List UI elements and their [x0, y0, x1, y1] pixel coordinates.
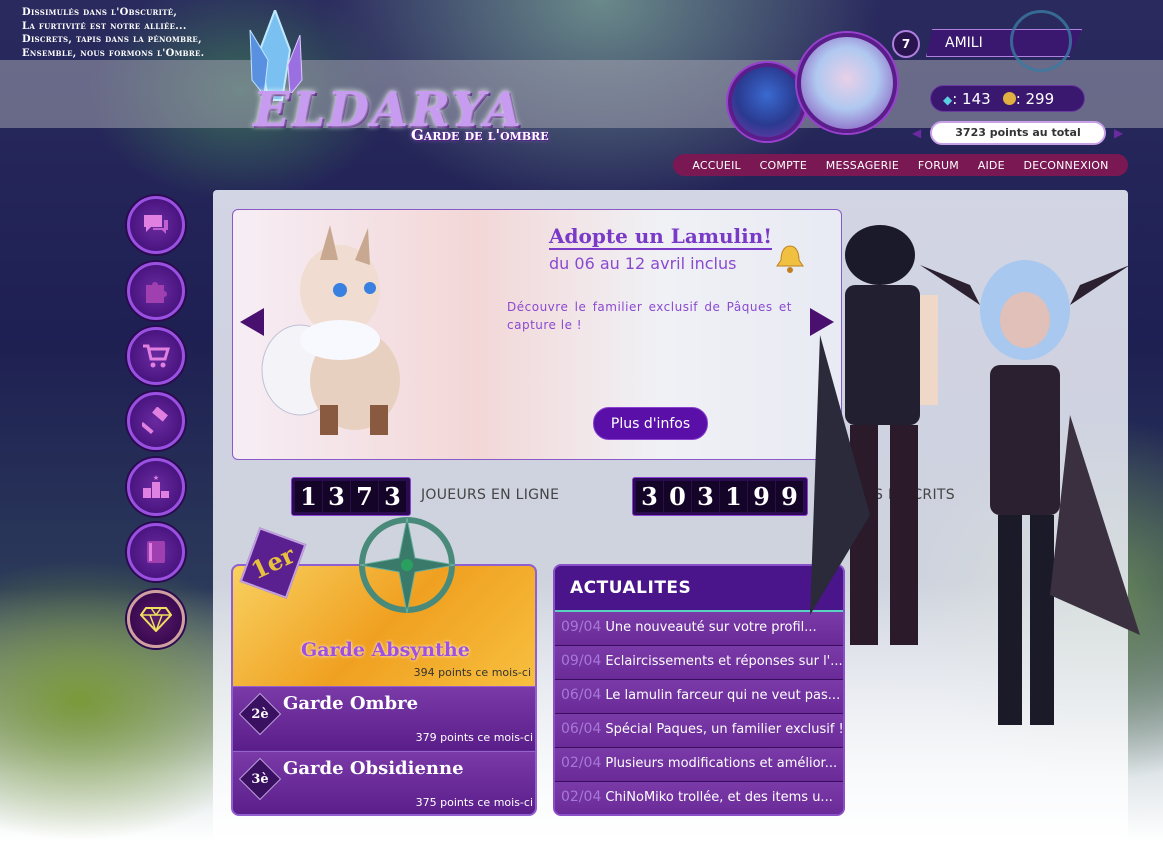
more-info-button[interactable]: Plus d'infos: [593, 407, 708, 440]
guard-name: Garde Ombre: [283, 693, 419, 714]
nav-compte[interactable]: COMPTE: [760, 159, 807, 172]
tagline-line: La furtivité est notre alliée...: [22, 20, 187, 32]
guard-name: Garde Absynthe: [301, 639, 470, 661]
svg-text:★: ★: [153, 474, 159, 482]
gold-coin-icon: [1002, 92, 1016, 105]
news-text: Plusieurs modifications et amélior...: [605, 756, 838, 771]
gold-value: : 299: [1015, 90, 1055, 108]
nav-accueil[interactable]: ACCUEIL: [692, 159, 740, 172]
counter-digit: 1: [295, 481, 323, 512]
player-avatar[interactable]: [797, 33, 897, 133]
rank-badge: 2è: [238, 692, 282, 736]
counter-digit: 3: [692, 481, 720, 512]
news-text: Spécial Paques, un familier exclusif !: [605, 722, 843, 737]
nav-messagerie[interactable]: MESSAGERIE: [826, 159, 899, 172]
guard-row[interactable]: 2è Garde Ombre 379 points ce mois-ci: [233, 686, 535, 750]
points-prev-arrow-icon[interactable]: ◀: [912, 126, 921, 140]
news-text: Eclaircissements et réponses sur l'...: [605, 654, 843, 669]
news-date: 02/04: [561, 789, 602, 805]
lamulin-pet-image: [261, 225, 400, 435]
news-item[interactable]: 02/04 Plusieurs modifications et amélior.…: [555, 748, 843, 782]
banner-title: Adopte un Lamulin!: [549, 224, 773, 250]
main-nav: ACCUEIL COMPTE MESSAGERIE FORUM AIDE DEC…: [673, 154, 1128, 176]
news-title: ACTUALITES: [555, 566, 843, 612]
tagline-line: Ensemble, nous formons l'Ombre.: [22, 47, 205, 59]
banner-prev-arrow-icon[interactable]: [240, 308, 264, 336]
guard-name: Garde Obsidienne: [283, 758, 464, 779]
absynthe-emblem-icon: [359, 517, 456, 614]
guard-row[interactable]: 3è Garde Obsidienne 375 points ce mois-c…: [233, 751, 535, 814]
counter-digit: 0: [664, 481, 692, 512]
level-badge: 7: [892, 30, 920, 58]
maana-value: : 143: [952, 90, 991, 108]
counter-digit: 9: [776, 481, 804, 512]
rank-label: 3è: [251, 772, 269, 787]
news-item[interactable]: 09/04 Une nouveauté sur votre profil...: [555, 612, 843, 646]
nav-deconnexion[interactable]: DECONNEXION: [1024, 159, 1109, 172]
book-icon[interactable]: [127, 523, 185, 581]
characters-illustration: [810, 225, 1140, 725]
counter-digit: 1: [720, 481, 748, 512]
banner-description: Découvre le familier exclusif de Pâques …: [507, 300, 792, 332]
chat-icon[interactable]: [127, 196, 185, 254]
cart-icon[interactable]: [127, 327, 185, 385]
news-item[interactable]: 06/04 Spécial Paques, un familier exclusi…: [555, 714, 843, 748]
news-text: Une nouveauté sur votre profil...: [605, 620, 817, 635]
points-next-arrow-icon[interactable]: ▶: [1114, 126, 1123, 140]
news-date: 06/04: [561, 687, 602, 703]
puzzle-icon[interactable]: [127, 262, 185, 320]
tagline: Dissimulés dans l'Obscurité, La furtivit…: [22, 6, 204, 60]
registered-counter: 3 0 3 1 9 9: [632, 477, 808, 516]
nav-forum[interactable]: FORUM: [918, 159, 959, 172]
news-date: 09/04: [561, 653, 602, 669]
counter-digit: 3: [323, 481, 351, 512]
counter-digit: 3: [636, 481, 664, 512]
tagline-line: Discrets, tapis dans la pénombre,: [22, 34, 202, 45]
guard-points: 375 points ce mois-ci: [415, 796, 533, 809]
news-text: Le lamulin farceur qui ne veut pas...: [605, 688, 841, 703]
tagline-line: Dissimulés dans l'Obscurité,: [22, 7, 178, 18]
rank-label: 2è: [251, 707, 269, 722]
news-item[interactable]: 02/04 ChiNoMiko trollée, et des items u..…: [555, 782, 843, 814]
nav-aide[interactable]: AIDE: [978, 159, 1005, 172]
online-label: JOUEURS EN LIGNE: [421, 487, 560, 503]
news-text: ChiNoMiko trollée, et des items u...: [605, 790, 833, 805]
logo-subtitle: Garde de l'ombre: [411, 126, 549, 144]
gavel-icon[interactable]: [127, 392, 185, 450]
counter-digit: 9: [748, 481, 776, 512]
guard-points: 394 points ce mois-ci: [413, 666, 531, 679]
news-date: 09/04: [561, 619, 602, 635]
news-date: 02/04: [561, 755, 602, 771]
companion-avatar[interactable]: [728, 63, 806, 141]
guard-points: 379 points ce mois-ci: [415, 731, 533, 744]
guard-crest-icon: [1010, 10, 1072, 72]
news-date: 06/04: [561, 721, 602, 737]
rank-badge: 3è: [238, 757, 282, 801]
news-item[interactable]: 06/04 Le lamulin farceur qui ne veut pas.…: [555, 680, 843, 714]
banner-dates: du 06 au 12 avril inclus: [549, 254, 737, 273]
currency-bar: ◆: 143 : 299: [930, 85, 1085, 112]
points-total: 3723 points au total: [930, 121, 1106, 145]
bell-icon: [776, 245, 804, 273]
diamond-icon[interactable]: [127, 590, 185, 648]
eldarya-logo[interactable]: ELDARYA Garde de l'ombre: [215, 10, 605, 160]
news-item[interactable]: 09/04 Eclaircissements et réponses sur l'…: [555, 646, 843, 680]
news-panel: ACTUALITES 09/04 Une nouveauté sur votre …: [553, 564, 845, 816]
podium-icon[interactable]: ★: [127, 458, 185, 516]
maana-icon: ◆: [943, 93, 953, 107]
